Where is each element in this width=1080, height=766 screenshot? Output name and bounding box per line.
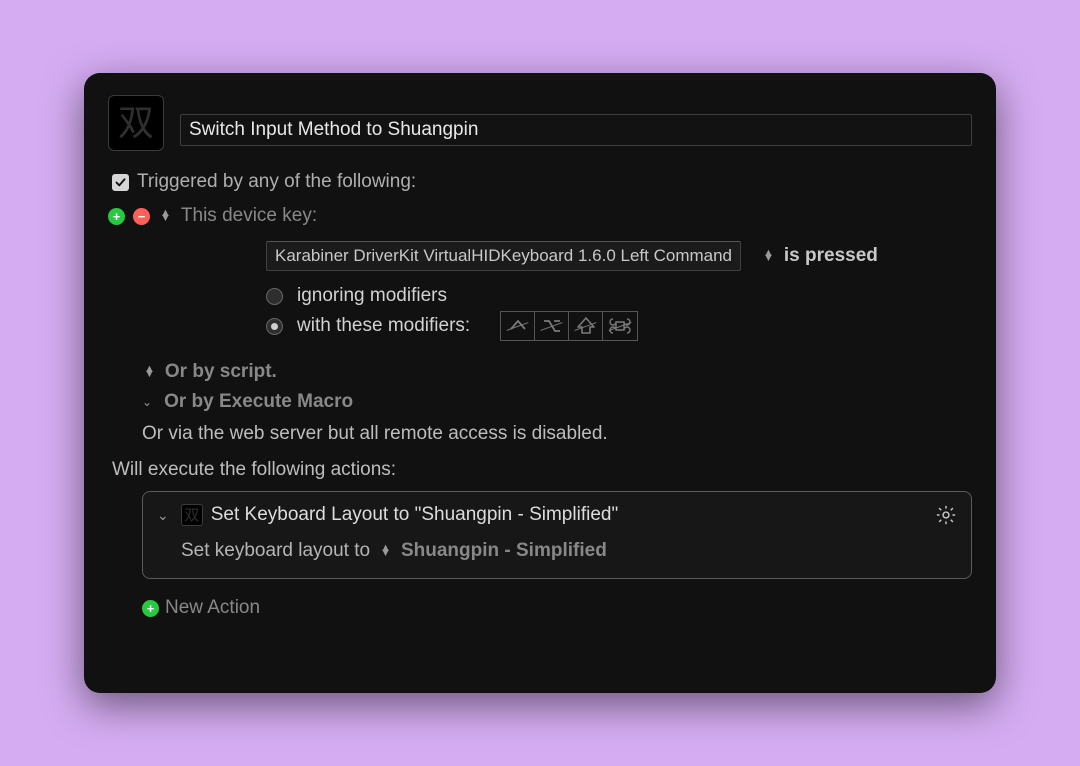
action-icon: 双: [181, 504, 203, 526]
or-by-execute-macro-label: Or by Execute Macro: [164, 391, 353, 413]
control-modifier-icon[interactable]: [501, 312, 535, 340]
is-pressed-label: is pressed: [784, 245, 878, 267]
or-by-script-label: Or by script.: [165, 361, 277, 383]
with-modifiers-label: with these modifiers:: [297, 315, 470, 337]
action-sub-prefix: Set keyboard layout to: [181, 540, 370, 562]
ignoring-modifiers-row: ignoring modifiers: [266, 285, 972, 307]
device-value-row: Karabiner DriverKit VirtualHIDKeyboard 1…: [266, 241, 972, 271]
triggered-checkbox[interactable]: [112, 174, 129, 191]
shift-modifier-icon[interactable]: [569, 312, 603, 340]
layout-name: Shuangpin - Simplified: [401, 540, 607, 562]
device-key-label: This device key:: [181, 205, 317, 227]
with-modifiers-radio[interactable]: [266, 318, 283, 335]
will-execute-label: Will execute the following actions:: [112, 459, 972, 481]
stepper-icon[interactable]: ▲▼: [160, 211, 171, 221]
option-modifier-icon[interactable]: [535, 312, 569, 340]
action-detail-row: Set keyboard layout to ▲▼ Shuangpin - Si…: [181, 540, 957, 562]
ignoring-modifiers-radio[interactable]: [266, 288, 283, 305]
or-by-execute-macro-row[interactable]: ⌄ Or by Execute Macro: [142, 391, 972, 413]
ignoring-modifiers-label: ignoring modifiers: [297, 285, 447, 307]
check-icon: [114, 176, 127, 189]
triggered-by-row: Triggered by any of the following:: [112, 171, 972, 193]
action-header: ⌄ 双 Set Keyboard Layout to "Shuangpin - …: [157, 504, 957, 526]
macro-icon-glyph: 双: [118, 105, 154, 141]
or-by-script-row[interactable]: ▲▼ Or by script.: [142, 361, 972, 383]
add-action-button[interactable]: +: [142, 600, 159, 617]
command-modifier-icon[interactable]: [603, 312, 637, 340]
action-item[interactable]: ⌄ 双 Set Keyboard Layout to "Shuangpin - …: [142, 491, 972, 579]
macro-editor-panel: 双 Triggered by any of the following: + −…: [84, 73, 996, 693]
device-key-row: + − ▲▼ This device key:: [108, 205, 972, 227]
action-title: Set Keyboard Layout to "Shuangpin - Simp…: [211, 504, 618, 526]
modifier-selector[interactable]: [500, 311, 638, 341]
macro-title-input[interactable]: [180, 114, 972, 146]
device-key-select[interactable]: Karabiner DriverKit VirtualHIDKeyboard 1…: [266, 241, 741, 271]
header-row: 双: [108, 95, 972, 151]
gear-icon[interactable]: [935, 504, 957, 526]
layout-stepper[interactable]: ▲▼: [380, 546, 391, 556]
pressed-stepper[interactable]: ▲▼: [763, 251, 774, 261]
device-key-value: Karabiner DriverKit VirtualHIDKeyboard 1…: [275, 246, 732, 266]
triggered-label: Triggered by any of the following:: [137, 171, 416, 193]
with-modifiers-row: with these modifiers:: [266, 311, 972, 341]
new-action-label: New Action: [165, 597, 260, 619]
new-action-row[interactable]: + New Action: [142, 597, 972, 619]
macro-icon[interactable]: 双: [108, 95, 164, 151]
web-server-note: Or via the web server but all remote acc…: [142, 423, 972, 445]
chevron-down-icon[interactable]: ⌄: [157, 507, 169, 524]
chevron-down-icon: ⌄: [142, 395, 152, 409]
action-icon-glyph: 双: [184, 508, 199, 523]
add-trigger-button[interactable]: +: [108, 208, 125, 225]
stepper-icon: ▲▼: [144, 367, 155, 377]
remove-trigger-button[interactable]: −: [133, 208, 150, 225]
